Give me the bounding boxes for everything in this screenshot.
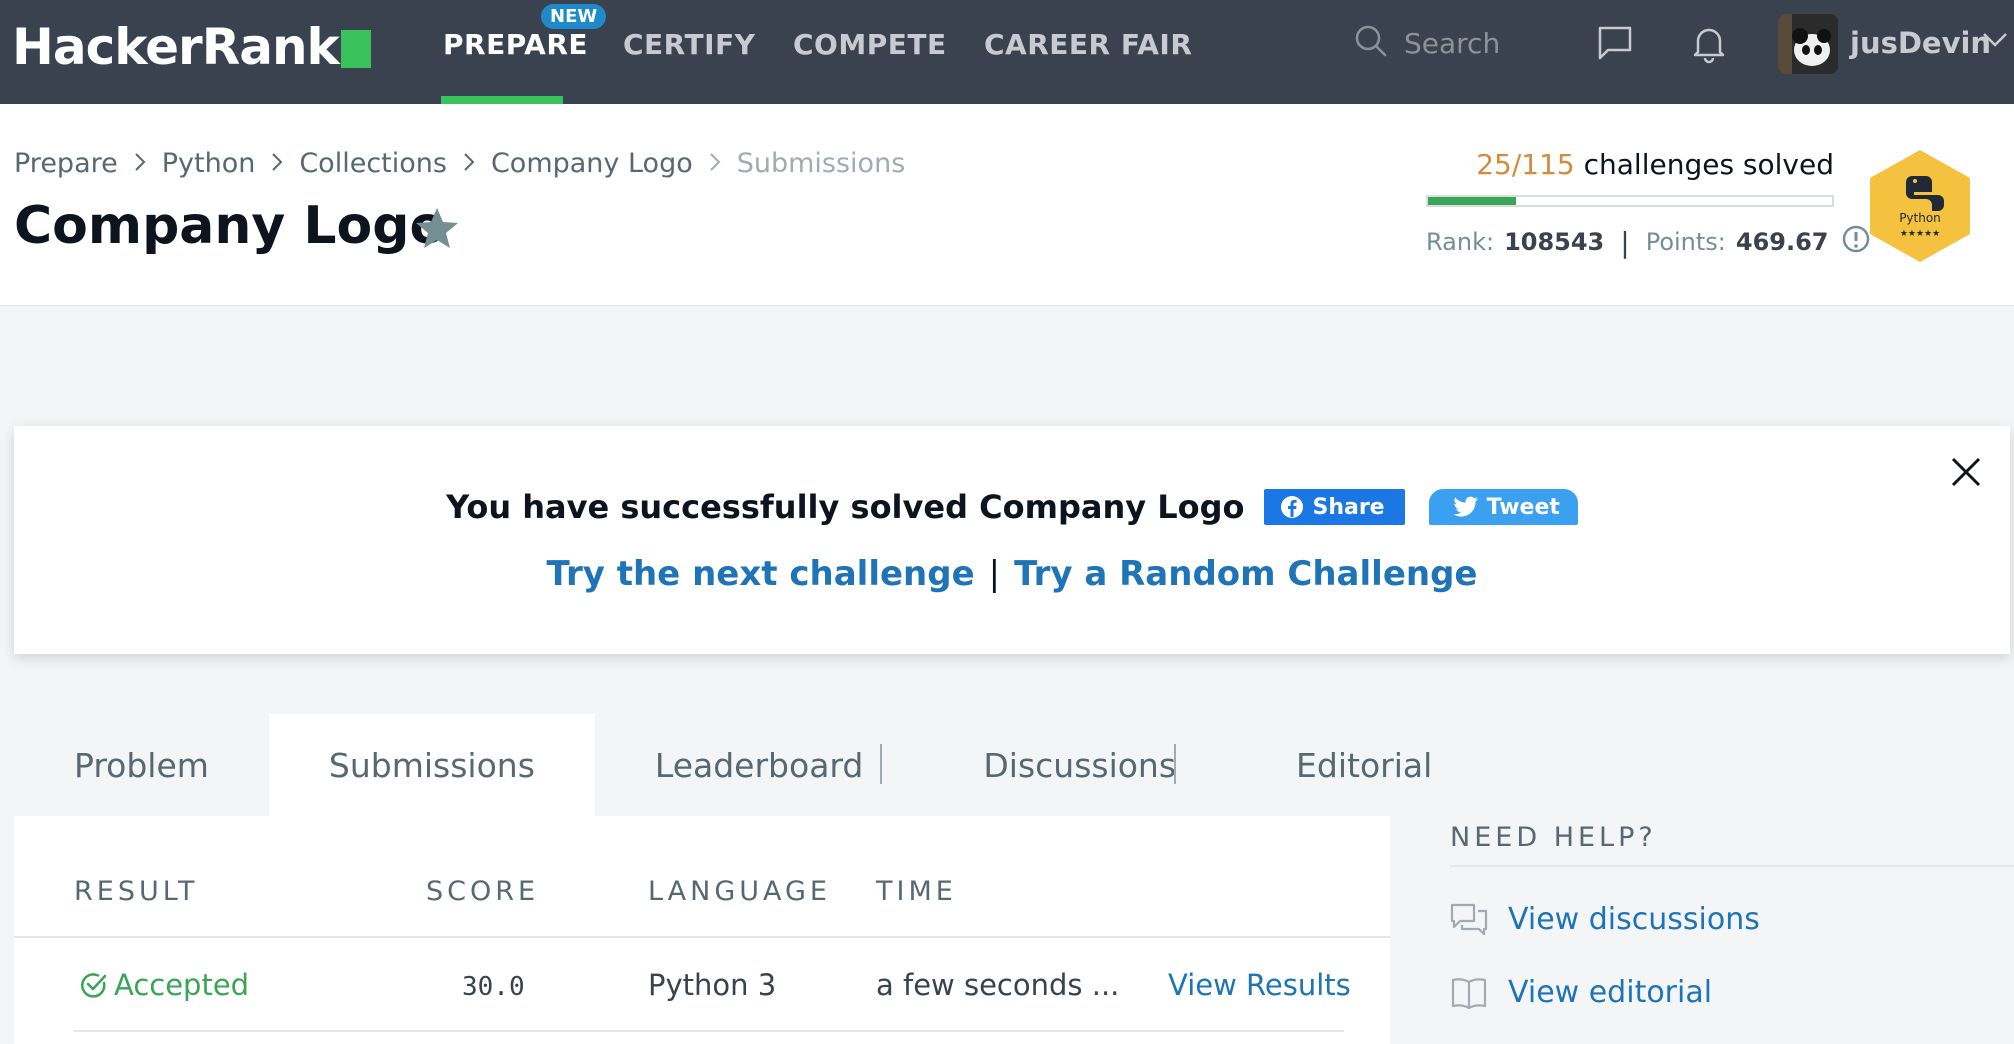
breadcrumb: Prepare Python Collections Company Logo … — [14, 148, 905, 179]
tab-editorial[interactable]: Editorial — [1236, 714, 1492, 816]
nav-active-indicator — [441, 96, 563, 104]
solved-summary: 25/115 challenges solved — [1426, 148, 1834, 181]
nav-career-fair[interactable]: CAREER FAIR — [984, 28, 1192, 61]
share-label: Share — [1312, 494, 1385, 520]
nav-compete[interactable]: COMPETE — [793, 28, 947, 61]
badge-stars: ★★★★★ — [1900, 229, 1940, 239]
twitter-icon — [1453, 496, 1478, 517]
page-title: Company Logo — [14, 196, 446, 256]
username[interactable]: jusDevin — [1850, 26, 1991, 60]
progress-bar-fill — [1428, 197, 1516, 205]
new-badge: NEW — [541, 4, 607, 29]
score-value: 30.0 — [462, 972, 525, 1002]
messages-icon[interactable] — [1596, 24, 1634, 66]
challenge-progress: 25/115 challenges solved — [1426, 148, 1834, 207]
facebook-share-button[interactable]: Share — [1264, 489, 1405, 525]
discussions-icon — [1450, 903, 1488, 935]
column-header-time: TIME — [876, 876, 957, 907]
link-separator: | — [988, 554, 1001, 594]
points-value: 469.67 — [1735, 228, 1829, 256]
chevron-right-icon — [709, 148, 721, 179]
user-avatar[interactable] — [1778, 14, 1838, 74]
logo-green-block — [340, 30, 371, 68]
result-accepted: Accepted — [80, 968, 249, 1002]
chevron-right-icon — [271, 148, 283, 179]
book-icon — [1451, 977, 1487, 1009]
brand-name: HackerRank — [12, 18, 340, 76]
breadcrumb-submissions: Submissions — [736, 148, 906, 179]
breadcrumb-python[interactable]: Python — [162, 148, 256, 179]
breadcrumb-prepare[interactable]: Prepare — [14, 148, 118, 179]
close-icon[interactable] — [1950, 456, 1982, 492]
notifications-bell-icon[interactable] — [1690, 24, 1728, 68]
star-icon[interactable] — [414, 206, 460, 254]
solved-count: 25/115 — [1476, 148, 1575, 181]
chevron-right-icon — [463, 148, 475, 179]
success-banner: You have successfully solved Company Log… — [14, 426, 2010, 654]
search-placeholder: Search — [1404, 26, 1501, 60]
search-input[interactable]: Search — [1354, 24, 1500, 62]
help-divider — [1450, 865, 2014, 867]
divider: | — [1620, 225, 1630, 259]
column-header-score: SCORE — [426, 876, 540, 907]
nav-prepare[interactable]: PREPARE — [443, 28, 588, 61]
rank-points: Rank: 108543 | Points: 469.67 — [1426, 224, 1871, 260]
view-editorial-label: View editorial — [1508, 975, 1713, 1010]
progress-bar — [1426, 195, 1834, 207]
view-editorial-link[interactable]: View editorial — [1450, 975, 1712, 1010]
language-value: Python 3 — [648, 968, 777, 1002]
view-discussions-label: View discussions — [1508, 902, 1760, 937]
chevron-down-icon[interactable] — [1982, 32, 2008, 52]
tab-divider — [880, 744, 882, 784]
rank-value: 108543 — [1504, 228, 1605, 256]
nav-certify[interactable]: CERTIFY — [623, 28, 755, 61]
tab-discussions[interactable]: Discussions — [923, 714, 1236, 816]
time-value: a few seconds ... — [876, 968, 1120, 1002]
tab-submissions[interactable]: Submissions — [268, 714, 595, 816]
challenge-tabs: Problem Submissions Leaderboard Discussi… — [14, 714, 1492, 816]
random-challenge-link[interactable]: Try a Random Challenge — [1014, 554, 1477, 594]
breadcrumb-company-logo[interactable]: Company Logo — [491, 148, 693, 179]
column-header-result: RESULT — [74, 876, 199, 907]
top-navbar: HackerRank PREPARE NEW CERTIFY COMPETE C… — [0, 0, 2014, 104]
breadcrumb-collections[interactable]: Collections — [299, 148, 447, 179]
row-divider — [74, 1030, 1344, 1032]
tab-leaderboard[interactable]: Leaderboard — [595, 714, 923, 816]
submissions-table: RESULT SCORE LANGUAGE TIME Accepted 30.0… — [14, 816, 1390, 1044]
success-message: You have successfully solved Company Log… — [446, 488, 1245, 526]
twitter-tweet-button[interactable]: Tweet — [1428, 489, 1578, 525]
result-label: Accepted — [114, 968, 250, 1002]
python-badge[interactable]: Python ★★★★★ — [1866, 148, 1974, 268]
chevron-right-icon — [134, 148, 146, 179]
view-discussions-link[interactable]: View discussions — [1450, 902, 1760, 937]
view-results-link[interactable]: View Results — [1168, 968, 1351, 1002]
badge-name: Python — [1899, 211, 1941, 225]
need-help-heading: NEED HELP? — [1450, 822, 1657, 853]
rank-label: Rank: — [1426, 228, 1495, 256]
column-header-language: LANGUAGE — [648, 876, 831, 907]
tab-divider — [1174, 744, 1176, 784]
search-icon — [1354, 24, 1388, 62]
solved-label: challenges solved — [1583, 148, 1834, 181]
header-divider — [14, 936, 1390, 938]
tweet-label: Tweet — [1486, 494, 1560, 520]
check-circle-icon — [81, 973, 107, 998]
tab-problem[interactable]: Problem — [14, 714, 269, 816]
points-label: Points: — [1645, 228, 1726, 256]
next-challenge-link[interactable]: Try the next challenge — [547, 554, 975, 594]
facebook-icon — [1281, 496, 1304, 518]
hackerrank-logo[interactable]: HackerRank — [12, 18, 371, 76]
